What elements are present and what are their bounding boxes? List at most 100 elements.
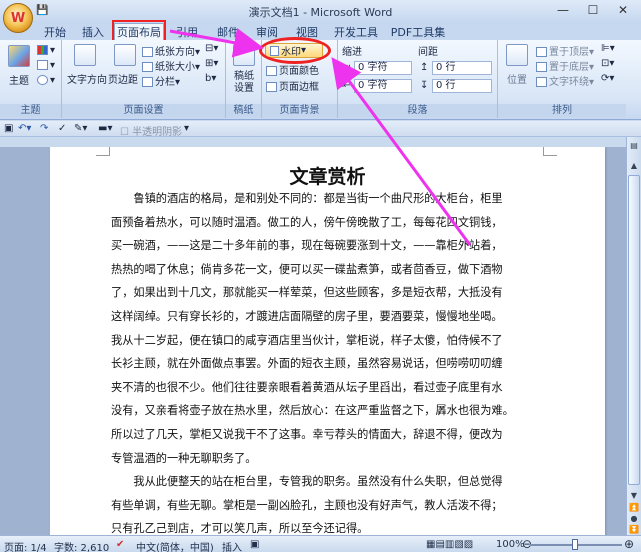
tab-pdf-tools[interactable]: PDF工具集 <box>388 23 448 40</box>
vertical-scrollbar[interactable]: ▤ ▲ ▼ ⏫ ● ⏬ <box>626 137 641 535</box>
ruler-toggle-icon[interactable]: ▤ <box>628 139 640 151</box>
group-objects-icon[interactable]: ⊡▾ <box>601 58 614 69</box>
size-icon <box>142 62 153 72</box>
text-line: 所以过了几天，掌柜又说我干不了这事。幸亏荐头的情面大，辞退不得，便改为 <box>111 427 503 441</box>
page-border-button[interactable]: 页面边框 <box>266 78 319 93</box>
page-border-icon <box>266 82 277 92</box>
columns-icon <box>142 77 153 87</box>
group-paragraph-label: 段落 <box>338 104 497 117</box>
theme-colors-icon[interactable]: ▾ <box>37 45 55 56</box>
view-buttons-icon[interactable]: ▦▤▥▧▨ <box>426 539 473 550</box>
indent-left-input[interactable]: 0 字符 <box>354 61 412 75</box>
text-line: 专管温酒的一种无聊职务了。 <box>111 451 257 465</box>
text-direction-button[interactable]: 文字方向 <box>67 71 107 86</box>
zoom-in-icon[interactable]: ⊕ <box>624 537 634 551</box>
ruler <box>0 137 641 147</box>
indent-left-icon: ⇥ <box>342 62 351 73</box>
spacing-before-input[interactable]: 0 行 <box>432 61 492 75</box>
page-corner-mark <box>96 147 110 156</box>
translucent-shadow-checkbox[interactable]: ☐ 半透明阴影 <box>120 123 182 138</box>
indent-right-icon: ⇤ <box>342 80 351 91</box>
group-page-setup-label: 页面设置 <box>62 104 225 117</box>
position-button[interactable]: 位置 <box>507 71 527 86</box>
language-indicator[interactable]: 中文(简体，中国) <box>136 539 214 552</box>
theme-button[interactable]: 主题 <box>9 72 29 87</box>
scroll-thumb[interactable] <box>628 175 640 485</box>
text-line: 这样阔绰。只有穿长衫的，才踱进店面隔壁的房子里，要酒要菜，慢慢地坐喝。 <box>111 309 503 323</box>
spellcheck-icon[interactable]: ✓ <box>58 123 66 134</box>
line-numbers-icon[interactable]: ⊞▾ <box>205 58 218 69</box>
text-line: 只有孔乙己到店，才可以笑几声，所以至今还记得。 <box>111 522 369 535</box>
group-page-setup: 文字方向 页边距 纸张方向▾ 纸张大小▾ 分栏▾ ⊟▾ ⊞▾ b▾ 页面设置 <box>62 40 226 118</box>
theme-fonts-icon[interactable]: ▾ <box>37 60 55 71</box>
qat-customize-icon[interactable]: ▾ <box>184 123 189 134</box>
orientation-icon <box>142 47 153 57</box>
document-page[interactable]: 文章赏析 鲁镇的酒店的格局，是和别处不同的：都是当街一个曲尺形的大柜台，柜里 面… <box>50 147 605 535</box>
orientation-button[interactable]: 纸张方向▾ <box>142 43 200 58</box>
text-line: 面预备着热水，可以随时温酒。做工的人，傍午傍晚散了工，每每花四文铜钱， <box>111 215 503 229</box>
proofing-icon[interactable]: ✔ <box>116 539 124 550</box>
word-count[interactable]: 字数: 2,610 <box>54 539 109 552</box>
group-theme-label: 主题 <box>0 104 61 117</box>
bring-front-button[interactable]: 置于顶层▾ <box>536 43 594 58</box>
text-wrap-button[interactable]: 文字环绕▾ <box>536 73 594 88</box>
maximize-button[interactable]: ☐ <box>578 0 608 20</box>
indent-label: 缩进 <box>342 47 362 58</box>
text-line: 没有，又亲看将壶子放在热水里，然后放心：在这严重监督之下，羼水也很为难。 <box>111 404 514 418</box>
underline-color-icon[interactable]: ▬▾ <box>98 123 112 134</box>
draft-settings-button[interactable]: 稿纸设置 <box>234 71 256 95</box>
group-draft-label: 稿纸 <box>226 104 261 117</box>
undo-icon[interactable]: ↶▾ <box>18 123 31 134</box>
tab-highlight-box <box>112 20 166 42</box>
send-back-button[interactable]: 置于底层▾ <box>536 58 594 73</box>
margins-icon[interactable] <box>114 44 136 66</box>
spacing-after-input[interactable]: 0 行 <box>432 79 492 93</box>
tab-mailings[interactable]: 邮件 <box>213 23 243 40</box>
position-icon[interactable] <box>506 44 528 66</box>
tab-references[interactable]: 引用 <box>172 23 202 40</box>
group-arrange-label: 排列 <box>498 104 626 117</box>
align-icon[interactable]: ⊫▾ <box>601 43 615 54</box>
margins-button[interactable]: 页边距 <box>108 71 138 86</box>
redo-icon[interactable]: ↷ <box>40 123 48 134</box>
scroll-down-icon[interactable]: ▼ <box>628 489 640 501</box>
save-icon[interactable]: 💾 <box>36 5 48 16</box>
theme-icon[interactable] <box>8 45 30 67</box>
tab-home[interactable]: 开始 <box>40 23 70 40</box>
title-bar: 演示文档1 - Microsoft Word — ☐ ✕ <box>0 0 641 22</box>
insert-mode[interactable]: 插入 <box>222 539 242 552</box>
rotate-icon[interactable]: ⟳▾ <box>601 73 614 84</box>
zoom-level[interactable]: 100% <box>496 539 525 550</box>
draft-paper-icon[interactable] <box>233 44 255 66</box>
text-line: 长衫主顾，就在外面做点事罢。外面的短衣主顾，虽然容易说话，但唠唠叨叨缠 <box>111 357 503 371</box>
size-button[interactable]: 纸张大小▾ <box>142 58 200 73</box>
document-title: 文章赏析 <box>289 166 366 188</box>
macro-record-icon[interactable]: ▣ <box>250 539 259 550</box>
text-line: 我从此便整天的站在柜台里，专管我的职务。虽然没有什么失职，但总觉得 <box>111 475 503 489</box>
tab-review[interactable]: 审阅 <box>252 23 282 40</box>
tab-developer[interactable]: 开发工具 <box>332 23 380 40</box>
text-direction-icon[interactable] <box>74 44 96 66</box>
theme-effects-icon[interactable]: ▾ <box>37 75 55 86</box>
text-line: 夹不清的也很不少。他们往往要亲眼看着黄酒从坛子里舀出，看过壶子底里有水 <box>111 380 503 394</box>
format-painter-icon[interactable]: ✎▾ <box>74 123 87 134</box>
columns-button[interactable]: 分栏▾ <box>142 73 180 88</box>
minimize-button[interactable]: — <box>548 0 578 20</box>
page-count[interactable]: 页面: 1/4 <box>4 539 47 552</box>
close-button[interactable]: ✕ <box>608 0 638 20</box>
scroll-up-icon[interactable]: ▲ <box>628 159 640 171</box>
page-color-button[interactable]: 页面颜色 <box>266 62 319 77</box>
next-page-icon[interactable]: ⏬ <box>628 523 640 535</box>
document-body: 鲁镇的酒店的格局，是和别处不同的：都是当街一个曲尺形的大柜台，柜里 面预备着热水… <box>111 187 523 535</box>
save-qat-icon[interactable]: ▣ <box>4 123 13 134</box>
office-logo-icon: W <box>10 10 26 26</box>
breaks-icon[interactable]: ⊟▾ <box>205 43 218 54</box>
text-line: 有些单调，有些无聊。掌柜是一副凶脸孔，主顾也没有好声气，教人活泼不得； <box>111 498 503 512</box>
send-back-icon <box>536 62 547 72</box>
page-corner-mark <box>543 147 557 156</box>
hyphenation-icon[interactable]: b▾ <box>205 73 216 84</box>
tab-insert[interactable]: 插入 <box>78 23 108 40</box>
office-button[interactable]: W <box>3 3 33 33</box>
indent-right-input[interactable]: 0 字符 <box>354 79 412 93</box>
zoom-slider-thumb[interactable] <box>572 539 578 550</box>
